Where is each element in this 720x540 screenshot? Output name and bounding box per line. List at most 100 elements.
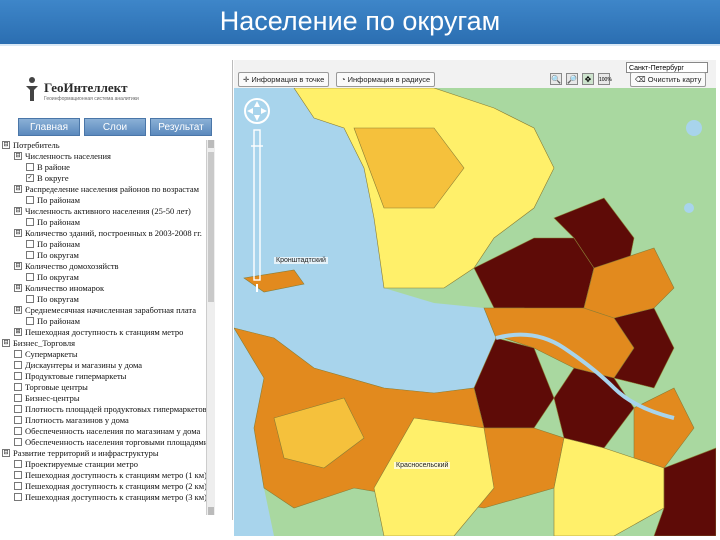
scroll-up-arrow-icon[interactable]	[208, 140, 214, 148]
tree-item[interactable]: ⊞ Пешеходная доступность к станциям метро	[14, 327, 183, 338]
checkbox-icon[interactable]	[26, 251, 34, 260]
expand-toggle-icon[interactable]: ⊟	[2, 449, 10, 458]
tree-item-label: Численность населения	[25, 151, 111, 161]
tree-item[interactable]: ⊟ Численность населения	[14, 151, 111, 162]
expand-toggle-icon[interactable]: ⊟	[2, 141, 10, 150]
tree-item-label: По районам	[37, 239, 81, 249]
tree-item[interactable]: Супермаркеты	[14, 349, 78, 360]
map-navigation-control[interactable]	[242, 96, 272, 296]
checkbox-icon[interactable]	[14, 493, 22, 502]
tree-item[interactable]: ⊟ Количество зданий, построенных в 2003-2…	[14, 228, 202, 239]
tree-scrollbar[interactable]	[206, 140, 215, 515]
checkbox-icon[interactable]	[14, 482, 22, 491]
tree-item[interactable]: Плотность магазинов у дома	[14, 415, 129, 426]
tree-item[interactable]: Обеспеченность населения по магазинам у …	[14, 426, 200, 437]
tree-item[interactable]: Дискаунтеры и магазины у дома	[14, 360, 142, 371]
person-logo-icon	[26, 77, 38, 101]
tree-item[interactable]: В районе	[26, 162, 70, 173]
lake	[684, 203, 694, 213]
tree-item[interactable]: Продуктовые гипермаркеты	[14, 371, 126, 382]
tree-item[interactable]: ⊟ Количество домохозяйств	[14, 261, 119, 272]
checkbox-icon[interactable]	[14, 471, 22, 480]
checkbox-checked-icon[interactable]: ✓	[26, 174, 34, 183]
tree-item[interactable]: ⊟ Среднемесячная начисленная заработная п…	[14, 305, 196, 316]
tree-item-label: Пешеходная доступность к станциям метро	[25, 327, 184, 337]
checkbox-icon[interactable]	[14, 372, 22, 381]
scroll-thumb[interactable]	[208, 152, 214, 302]
tree-item[interactable]: Обеспеченность населения торговыми площа…	[14, 437, 206, 448]
pan-arrows-icon[interactable]	[247, 101, 267, 121]
tree-item[interactable]: По районам	[26, 239, 80, 250]
checkbox-icon[interactable]	[26, 196, 34, 205]
tab-layers[interactable]: Слои	[84, 118, 146, 136]
checkbox-icon[interactable]	[14, 350, 22, 359]
clear-map-button[interactable]: ⌫ Очистить карту	[630, 72, 707, 87]
tree-item-label: В районе	[37, 162, 70, 172]
expand-toggle-icon[interactable]: ⊟	[14, 262, 22, 271]
checkbox-icon[interactable]	[14, 416, 22, 425]
tree-item[interactable]: По районам	[26, 316, 80, 327]
checkbox-icon[interactable]	[26, 163, 34, 172]
choropleth-map[interactable]	[234, 88, 716, 536]
checkbox-icon[interactable]	[14, 427, 22, 436]
zoom-slider[interactable]	[253, 129, 261, 281]
tree-item[interactable]: ⊟ Численность активного населения (25-50 …	[14, 206, 191, 217]
tree-item[interactable]: По районам	[26, 195, 80, 206]
expand-toggle-icon[interactable]: ⊟	[2, 339, 10, 348]
checkbox-icon[interactable]	[14, 438, 22, 447]
info-radius-button[interactable]: ◔ Информация в радиусе	[336, 72, 436, 87]
tree-item-label: Продуктовые гипермаркеты	[25, 371, 127, 381]
checkbox-icon[interactable]	[14, 361, 22, 370]
tree-item[interactable]: Пешеходная доступность к станциям метро …	[14, 481, 206, 492]
tree-item[interactable]: По районам	[26, 217, 80, 228]
tree-item[interactable]: ⊟ Бизнес_Торговля	[2, 338, 75, 349]
expand-toggle-icon[interactable]: ⊟	[14, 185, 22, 194]
tree-item[interactable]: Пешеходная доступность к станциям метро …	[14, 470, 206, 481]
tree-item[interactable]: Пешеходная доступность к станциям метро …	[14, 492, 206, 503]
tree-item[interactable]: ⊟ Потребитель	[2, 140, 60, 151]
expand-toggle-icon[interactable]: ⊟	[14, 207, 22, 216]
tree-item[interactable]: По округам	[26, 250, 79, 261]
tree-item-label: Пешеходная доступность к станциям метро …	[25, 470, 206, 480]
tree-item-label: Супермаркеты	[25, 349, 78, 359]
pan-icon[interactable]: ✥	[582, 73, 594, 85]
checkbox-icon[interactable]	[14, 383, 22, 392]
scroll-down-arrow-icon[interactable]	[208, 507, 214, 515]
tree-item[interactable]: По округам	[26, 272, 79, 283]
tree-item[interactable]: Проектируемые станции метро	[14, 459, 138, 470]
checkbox-icon[interactable]	[26, 218, 34, 227]
expand-toggle-icon[interactable]: ⊟	[14, 284, 22, 293]
slide-title: Население по округам	[219, 6, 501, 36]
checkbox-icon[interactable]	[14, 460, 22, 469]
tree-item[interactable]: ⊟ Развитие территорий и инфраструктуры	[2, 448, 159, 459]
zoom-in-icon[interactable]: 🔍	[550, 73, 562, 85]
checkbox-icon[interactable]	[26, 273, 34, 282]
tree-item-label: Потребитель	[13, 140, 60, 150]
tab-main[interactable]: Главная	[18, 118, 80, 136]
zoom-percent-button[interactable]: 100%	[598, 73, 612, 85]
checkbox-icon[interactable]	[26, 295, 34, 304]
zoom-out-icon[interactable]: 🔎	[566, 73, 578, 85]
tab-result[interactable]: Результат	[150, 118, 212, 136]
info-point-button[interactable]: ✛ Информация в точке	[238, 72, 330, 87]
tree-item[interactable]: Плотность площадей продуктовых гипермарк…	[14, 404, 206, 415]
checkbox-icon[interactable]	[26, 317, 34, 326]
map-panel: ✛ Информация в точке ◔ Информация в ради…	[234, 60, 716, 536]
checkbox-icon[interactable]	[14, 394, 22, 403]
tree-item[interactable]: ⊟ Распределение населения районов по возр…	[14, 184, 199, 195]
checkbox-icon[interactable]	[26, 240, 34, 249]
tree-item[interactable]: По округам	[26, 294, 79, 305]
tree-item-label: Численность активного населения (25-50 л…	[25, 206, 191, 216]
expand-toggle-icon[interactable]: ⊞	[14, 328, 22, 337]
tree-item-label: По округам	[37, 272, 79, 282]
checkbox-icon[interactable]	[14, 405, 22, 414]
tree-item-label: Среднемесячная начисленная заработная пл…	[25, 305, 197, 315]
tree-item[interactable]: Торговые центры	[14, 382, 88, 393]
expand-toggle-icon[interactable]: ⊟	[14, 306, 22, 315]
tree-item[interactable]: Бизнес-центры	[14, 393, 80, 404]
expand-toggle-icon[interactable]: ⊟	[14, 152, 22, 161]
tree-item[interactable]: ✓ В округе	[26, 173, 69, 184]
tree-item[interactable]: ⊟ Количество иномарок	[14, 283, 104, 294]
tree-item-label: По районам	[37, 195, 81, 205]
expand-toggle-icon[interactable]: ⊟	[14, 229, 22, 238]
